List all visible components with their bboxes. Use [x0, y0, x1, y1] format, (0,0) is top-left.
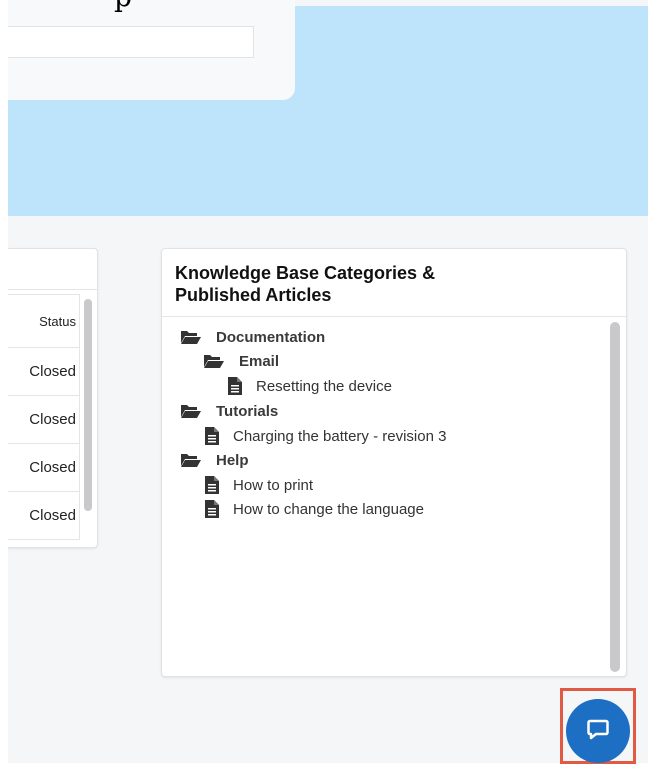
tree-article-label: How to print: [233, 476, 314, 494]
file-text-icon: [228, 377, 242, 395]
tree-article-label: Resetting the device: [256, 377, 392, 395]
table-row[interactable]: Closed: [8, 348, 80, 396]
cases-card-header: [8, 249, 97, 290]
tree-article-label: How to change the language: [233, 500, 424, 518]
folder-open-icon: [180, 452, 202, 468]
portal-page: p Status Closed Closed Closed Closed Kno…: [8, 0, 648, 763]
knowledge-base-card: Knowledge Base Categories & Published Ar…: [161, 248, 627, 677]
column-header-status[interactable]: Status: [8, 294, 80, 348]
tree-article-resetting-the-device[interactable]: Resetting the device: [228, 375, 392, 397]
tree-article-how-to-change-the-language[interactable]: How to change the language: [205, 498, 424, 520]
cases-scrollbar[interactable]: [84, 299, 92, 511]
table-row[interactable]: Closed: [8, 492, 80, 540]
knowledge-base-title: Knowledge Base Categories & Published Ar…: [175, 262, 505, 306]
cases-card: Status Closed Closed Closed Closed: [8, 248, 98, 548]
knowledge-base-tree: Documentation Email Resetting the device…: [162, 316, 626, 676]
tree-folder-tutorials[interactable]: Tutorials: [180, 400, 278, 422]
tree-folder-label: Tutorials: [216, 402, 279, 420]
tree-article-how-to-print[interactable]: How to print: [205, 474, 313, 496]
table-row[interactable]: Closed: [8, 444, 80, 492]
knowledge-base-title-line2: Published Articles: [175, 285, 332, 305]
search-card: p: [8, 0, 295, 100]
chat-button[interactable]: [566, 699, 630, 763]
tree-folder-label: Help: [216, 451, 249, 469]
knowledge-base-title-line1: Knowledge Base Categories &: [175, 263, 436, 283]
tree-folder-label: Email: [239, 352, 280, 370]
tree-folder-label: Documentation: [216, 328, 326, 346]
search-title-fragment: p: [114, 0, 132, 13]
search-input[interactable]: [8, 26, 254, 58]
tree-folder-documentation[interactable]: Documentation: [180, 326, 325, 348]
file-text-icon: [205, 476, 219, 494]
file-text-icon: [205, 427, 219, 445]
folder-open-icon: [180, 329, 202, 345]
tree-article-label: Charging the battery - revision 3: [233, 427, 447, 445]
knowledge-base-scrollbar[interactable]: [610, 322, 620, 672]
tree-folder-email[interactable]: Email: [203, 350, 279, 372]
tree-article-charging-the-battery[interactable]: Charging the battery - revision 3: [205, 425, 446, 447]
chat-bubble-icon: [586, 717, 610, 746]
folder-open-icon: [203, 353, 225, 369]
table-row[interactable]: Closed: [8, 396, 80, 444]
tree-folder-help[interactable]: Help: [180, 449, 249, 471]
file-text-icon: [205, 500, 219, 518]
folder-open-icon: [180, 403, 202, 419]
cases-table: Status Closed Closed Closed Closed: [8, 294, 80, 540]
